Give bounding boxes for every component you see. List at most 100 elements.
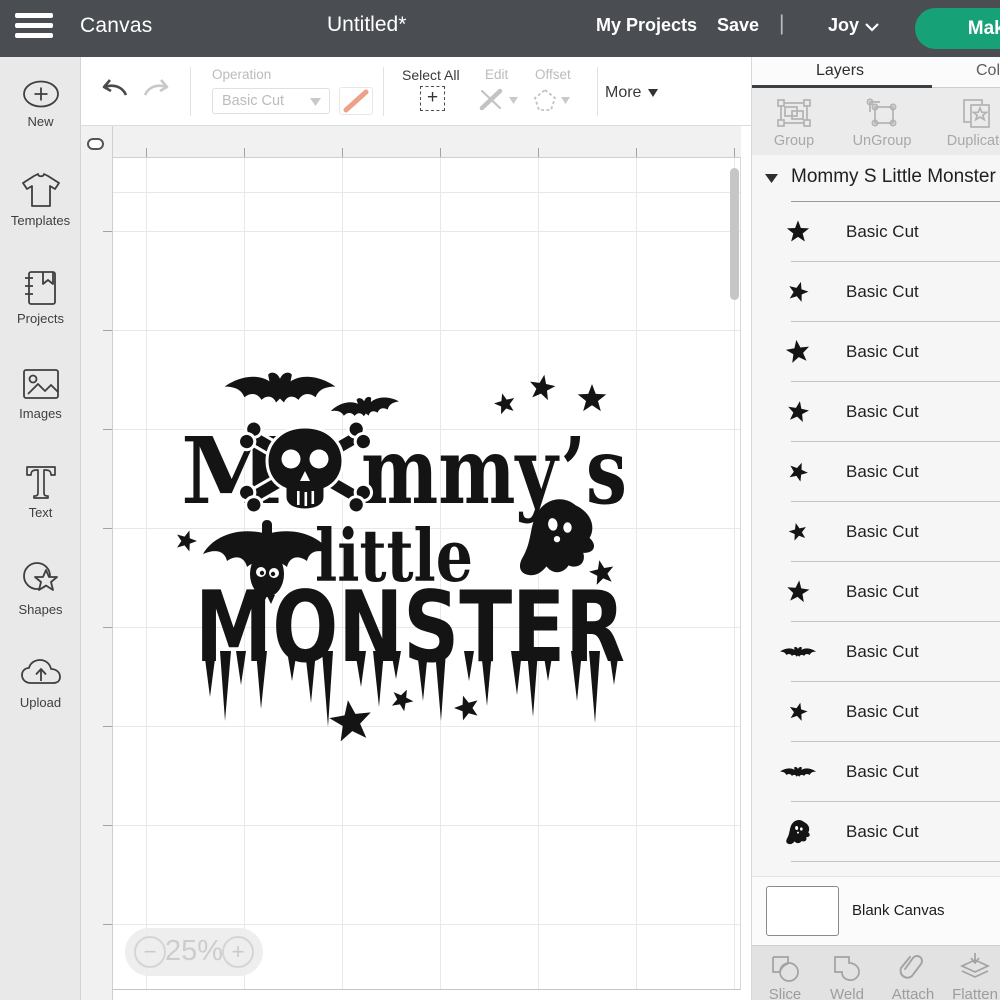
- cloud-upload-icon: [19, 657, 63, 691]
- canvas-workspace[interactable]: M mmy’s little: [81, 126, 751, 1000]
- chevron-down-icon[interactable]: [509, 97, 518, 104]
- weld-button[interactable]: Weld: [814, 952, 880, 1003]
- attach-label: Attach: [880, 986, 946, 1003]
- duplicate-button[interactable]: Duplicate: [937, 96, 1000, 149]
- horizontal-ruler: [81, 126, 741, 158]
- chevron-down-icon[interactable]: [561, 97, 570, 104]
- offset-label: Offset: [535, 67, 571, 82]
- star-icon: [782, 276, 815, 308]
- star-icon: [782, 456, 815, 488]
- layer-row[interactable]: Basic Cut: [752, 562, 1000, 622]
- group-icon: [775, 96, 813, 130]
- layer-group-header[interactable]: Mommy S Little Monster: [752, 155, 1000, 202]
- layer-row[interactable]: Basic Cut: [752, 682, 1000, 742]
- layer-operation-label: Basic Cut: [846, 222, 919, 242]
- zoom-in-button[interactable]: +: [222, 936, 254, 968]
- ungroup-icon: [863, 96, 901, 130]
- plus-oval-icon: [20, 78, 62, 110]
- blank-canvas-swatch[interactable]: [766, 886, 839, 936]
- sidebar-item-projects[interactable]: Projects: [0, 269, 81, 326]
- make-it-button[interactable]: Make It: [915, 8, 1000, 49]
- attach-button[interactable]: Attach: [880, 952, 946, 1003]
- my-projects-link[interactable]: My Projects: [596, 15, 697, 36]
- tab-color-sync[interactable]: Color Sync: [976, 62, 1000, 80]
- star-icon: [783, 218, 813, 246]
- select-all-button[interactable]: +: [420, 86, 445, 111]
- duplicate-icon: [958, 96, 996, 130]
- tab-layers[interactable]: Layers: [816, 62, 864, 80]
- sidebar-item-upload[interactable]: Upload: [0, 657, 81, 710]
- toolbar-divider: [383, 67, 384, 116]
- chevron-down-icon[interactable]: [765, 174, 778, 183]
- vertical-ruler: [81, 126, 113, 1000]
- layer-group-title: Mommy S Little Monster: [791, 166, 996, 188]
- chevron-down-icon[interactable]: [864, 22, 880, 32]
- blank-canvas-row[interactable]: Blank Canvas: [752, 876, 1000, 945]
- layer-operation-label: Basic Cut: [846, 282, 919, 302]
- group-button[interactable]: Group: [754, 96, 834, 149]
- layer-row[interactable]: Basic Cut: [752, 382, 1000, 442]
- layer-operation-label: Basic Cut: [846, 702, 919, 722]
- sidebar-item-templates[interactable]: Templates: [0, 173, 81, 228]
- menu-hamburger-icon[interactable]: [15, 13, 53, 39]
- sidebar-label: Projects: [0, 311, 81, 326]
- layer-row[interactable]: Basic Cut: [752, 502, 1000, 562]
- flatten-icon: [958, 952, 992, 984]
- layer-operation-label: Basic Cut: [846, 402, 919, 422]
- blank-canvas-label: Blank Canvas: [852, 902, 945, 919]
- layer-row[interactable]: Basic Cut: [752, 322, 1000, 382]
- star-icon: [782, 577, 815, 608]
- document-title[interactable]: Untitled*: [327, 13, 406, 37]
- mommys-little-monster-artwork[interactable]: M mmy’s little: [165, 355, 635, 765]
- machine-name[interactable]: Joy: [828, 15, 859, 36]
- weld-icon: [830, 952, 864, 984]
- sidebar-item-text[interactable]: Text: [0, 463, 81, 520]
- layer-row[interactable]: Basic Cut: [752, 742, 1000, 802]
- bat-icon: [779, 763, 817, 781]
- star-icon: [492, 372, 606, 415]
- ruler-toggle-icon[interactable]: [87, 138, 104, 150]
- redo-icon[interactable]: [141, 77, 171, 103]
- artwork-word1-suffix: mmy’s: [361, 417, 627, 525]
- slice-icon: [768, 952, 802, 984]
- canvas-vertical-scrollbar[interactable]: [730, 168, 739, 300]
- layer-row[interactable]: Basic Cut: [752, 622, 1000, 682]
- sidebar-item-images[interactable]: Images: [0, 366, 81, 421]
- layer-row[interactable]: Basic Cut: [752, 802, 1000, 862]
- star-icon: [784, 518, 813, 546]
- layer-operation-label: Basic Cut: [846, 522, 919, 542]
- sidebar-item-new[interactable]: New: [0, 78, 81, 129]
- operation-select[interactable]: Basic Cut: [212, 88, 330, 114]
- bat-icon: [779, 643, 817, 661]
- layer-row[interactable]: Basic Cut: [752, 862, 1000, 876]
- ghost-icon: [784, 816, 812, 848]
- flatten-button[interactable]: Flatten: [942, 952, 1000, 1003]
- offset-pentagon-icon: [533, 88, 557, 112]
- select-all-label: Select All: [402, 67, 460, 83]
- diagonal-line-swatch-icon: [340, 88, 372, 114]
- ungroup-button[interactable]: UnGroup: [842, 96, 922, 149]
- layer-row[interactable]: Basic Cut: [752, 262, 1000, 322]
- operation-label: Operation: [212, 67, 271, 82]
- toolbar-divider: [597, 67, 598, 116]
- layer-row[interactable]: Basic Cut: [752, 442, 1000, 502]
- layer-row[interactable]: Basic Cut: [752, 202, 1000, 262]
- layer-operation-label: Basic Cut: [846, 582, 919, 602]
- star-icon: [780, 335, 815, 368]
- bat-icon: [225, 373, 336, 403]
- operation-color-swatch[interactable]: [339, 87, 373, 115]
- save-link[interactable]: Save: [717, 15, 759, 36]
- zoom-control: − 25% +: [125, 928, 263, 976]
- more-menu[interactable]: More: [605, 84, 658, 102]
- letter-t-icon: [21, 463, 61, 501]
- chevron-down-icon: [648, 89, 658, 97]
- slice-button[interactable]: Slice: [752, 952, 818, 1003]
- notebook-icon: [21, 269, 61, 307]
- star-icon: [782, 396, 815, 427]
- layer-operation-label: Basic Cut: [846, 822, 919, 842]
- undo-icon[interactable]: [100, 77, 130, 103]
- layer-actions-bar: Group UnGroup Duplicate: [752, 88, 1000, 155]
- operation-value: Basic Cut: [222, 93, 284, 109]
- sidebar-item-shapes[interactable]: Shapes: [0, 560, 81, 617]
- tshirt-icon: [19, 173, 63, 209]
